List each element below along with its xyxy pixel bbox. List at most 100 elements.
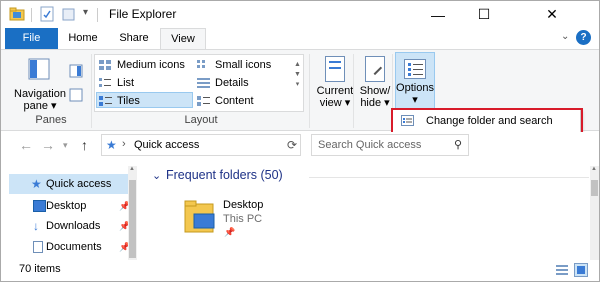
desktop-icon [33, 200, 46, 212]
nav-item-label: Quick access [46, 178, 112, 190]
small-icons-icon [197, 60, 205, 68]
layout-content[interactable]: Content [195, 93, 285, 109]
up-arrow-icon[interactable]: ↑ [81, 137, 88, 153]
large-icons-view-icon[interactable] [574, 263, 588, 277]
new-folder-icon[interactable] [61, 6, 77, 22]
downloads-icon: ↓ [33, 219, 39, 233]
content-scroll-thumb[interactable] [591, 180, 598, 196]
navigation-pane-button[interactable]: Navigation pane ▾ [13, 88, 67, 112]
show-hide-icon [365, 56, 385, 82]
layout-label: Content [215, 95, 254, 107]
item-count: 70 items [19, 263, 61, 275]
details-view-icon[interactable] [556, 264, 568, 276]
nav-item-label: Documents [46, 241, 102, 253]
change-folder-and-search-options-item[interactable]: Change folder and search options [392, 110, 580, 149]
show-hide-label-2: hide ▾ [360, 97, 390, 109]
tab-share[interactable]: Share [111, 28, 157, 49]
group-separator [91, 54, 92, 128]
current-view-icon [325, 56, 345, 82]
layout-label: Small icons [215, 59, 272, 71]
tab-home[interactable]: Home [61, 28, 105, 49]
navigation-pane-label: Navigation [14, 88, 66, 100]
nav-pane-scroll-thumb[interactable] [129, 180, 136, 258]
layout-tiles[interactable]: Tiles [96, 92, 193, 108]
maximize-button[interactable]: ☐ [461, 1, 507, 28]
list-icon [99, 78, 111, 87]
layout-small-icons[interactable]: Small icons [195, 57, 285, 73]
address-bar[interactable]: ★ › Quick access [101, 134, 301, 156]
options-button[interactable]: Options ▾ [395, 52, 435, 112]
navigation-pane-icon [28, 58, 50, 80]
address-row: ← → ▾ ↑ ★ › Quick access ⟳ Search Quick … [1, 132, 599, 158]
status-bar: 70 items [1, 260, 599, 281]
navigation-pane-label-2: pane ▾ [23, 100, 57, 112]
panes-group-label: Panes [35, 114, 67, 126]
title-separator [97, 8, 98, 22]
refresh-icon[interactable]: ⟳ [287, 138, 297, 152]
desktop-folder-icon [184, 200, 215, 233]
search-input[interactable]: Search Quick access ⚲ [311, 134, 469, 156]
tab-view[interactable]: View [160, 28, 206, 50]
search-icon: ⚲ [453, 139, 462, 151]
file-explorer-window: ▾ File Explorer — ☐ ✕ File Home Share Vi… [0, 0, 600, 282]
layout-gallery: Medium icons Small icons List Details Ti… [94, 54, 304, 112]
folder-location: This PC [223, 213, 263, 225]
collapse-section-icon[interactable]: ⌄ [152, 169, 161, 182]
documents-icon [33, 241, 43, 253]
breadcrumb-chevron-icon: › [122, 138, 126, 150]
medium-icons-icon [99, 60, 111, 70]
layout-details[interactable]: Details [195, 75, 285, 91]
scroll-up-icon[interactable]: ▲ [591, 166, 597, 172]
layout-medium-icons[interactable]: Medium icons [97, 57, 192, 73]
ribbon-tab-bar: File Home Share View ⌄ ? [1, 28, 599, 50]
layout-label: List [117, 77, 135, 89]
layout-list[interactable]: List [97, 75, 192, 91]
options-dropdown-icon: ▾ [412, 94, 418, 106]
layout-label: Medium icons [117, 59, 185, 71]
nav-item-downloads[interactable]: ↓ Downloads 📌 [9, 216, 134, 236]
quick-access-toolbar-dropdown-icon[interactable]: ▾ [83, 7, 88, 18]
window-title: File Explorer [109, 7, 177, 21]
close-button[interactable]: ✕ [507, 1, 597, 28]
folder-app-icon [9, 7, 25, 21]
content-icon [197, 96, 210, 106]
current-view-button[interactable]: Current view ▾ [313, 52, 357, 112]
tiles-icon [99, 96, 112, 106]
minimize-button[interactable]: — [415, 1, 461, 28]
folder-options-icon [401, 115, 414, 126]
back-arrow-icon[interactable]: ← [19, 137, 33, 153]
nav-item-label: Downloads [46, 220, 101, 232]
layout-label: Details [215, 77, 249, 89]
address-path: Quick access [134, 139, 200, 151]
tab-file[interactable]: File [5, 28, 58, 49]
preview-pane-icon[interactable] [69, 64, 83, 78]
frequent-folders-header[interactable]: Frequent folders (50) [166, 168, 283, 182]
navigation-pane: ★ Quick access Desktop 📌 ↓ Downloads 📌 D… [1, 158, 137, 260]
recent-locations-icon[interactable]: ▾ [63, 140, 68, 151]
scroll-up-icon[interactable]: ▲ [129, 166, 135, 172]
layout-gallery-scroll[interactable]: ▲ ▼ ▾ [292, 60, 303, 116]
show-hide-button[interactable]: Show/ hide ▾ [353, 52, 397, 112]
layout-label: Tiles [117, 95, 140, 107]
current-view-label: Current [316, 85, 354, 97]
search-placeholder: Search Quick access [318, 139, 422, 151]
options-label: Options [396, 82, 434, 94]
properties-icon[interactable] [39, 6, 55, 22]
nav-pane-scrollbar[interactable]: ▲ [128, 166, 137, 260]
nav-item-label: Desktop [46, 200, 87, 212]
content-scrollbar[interactable]: ▲ [590, 166, 599, 260]
forward-arrow-icon[interactable]: → [41, 137, 55, 153]
options-icon [404, 59, 426, 79]
group-separator [309, 54, 310, 128]
section-divider [309, 177, 589, 178]
details-icon [197, 78, 210, 88]
nav-item-documents[interactable]: Documents 📌 [9, 237, 134, 257]
help-icon[interactable]: ? [576, 30, 591, 45]
nav-item-quick-access[interactable]: ★ Quick access [9, 174, 134, 194]
quick-access-star-icon: ★ [106, 138, 117, 152]
layout-group-label: Layout [184, 114, 218, 126]
collapse-ribbon-icon[interactable]: ⌄ [561, 31, 569, 42]
details-pane-icon[interactable] [69, 88, 83, 102]
nav-item-desktop[interactable]: Desktop 📌 [9, 196, 134, 216]
content-area: ⌄ Frequent folders (50) Desktop This PC … [141, 158, 599, 260]
